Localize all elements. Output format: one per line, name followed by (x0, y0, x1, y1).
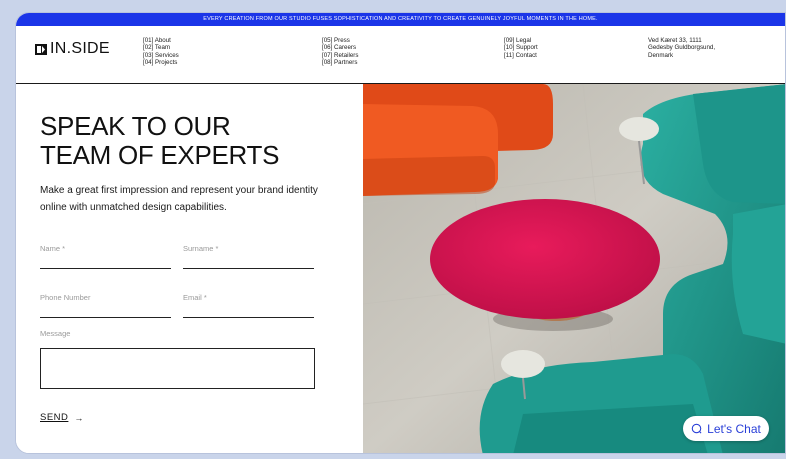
address-line-3: Denmark (648, 51, 674, 59)
send-label: SEND (40, 412, 69, 423)
nav-link-contact[interactable]: [11] Contact (504, 52, 538, 59)
contact-panel: SPEAK TO OUR TEAM OF EXPERTS Make a grea… (16, 84, 363, 453)
announcement-banner: EVERY CREATION FROM OUR STUDIO FUSES SOP… (16, 13, 785, 26)
lead-text: Make a great first impression and repres… (40, 185, 318, 213)
name-label: Name * (40, 244, 66, 253)
nav-link-support[interactable]: [10] Support (504, 44, 538, 51)
address-line-2: Gedesby Guldborgsund, (648, 44, 716, 52)
brand-name: IN.SIDE (50, 40, 110, 57)
page-frame: EVERY CREATION FROM OUR STUDIO FUSES SOP… (15, 12, 786, 454)
nav-link-services[interactable]: [03] Services (143, 52, 179, 59)
nav-column-3: [09] Legal [10] Support [11] Contact (504, 37, 538, 59)
surname-label: Surname * (183, 244, 219, 253)
surname-field[interactable]: Surname * (183, 244, 314, 269)
email-input[interactable] (183, 306, 314, 315)
title-line-2: TEAM OF EXPERTS (40, 140, 280, 170)
chat-bubble-icon (691, 423, 702, 434)
name-input[interactable] (40, 257, 171, 266)
brand-logo[interactable]: IN.SIDE (35, 40, 110, 58)
nav-link-team[interactable]: [02] Team (143, 44, 179, 51)
page-title: SPEAK TO OUR TEAM OF EXPERTS (40, 112, 340, 170)
chat-label: Let's Chat (707, 421, 761, 436)
chat-button[interactable]: Let's Chat (683, 416, 769, 441)
nav-column-1: [01] About [02] Team [03] Services [04] … (143, 37, 179, 66)
name-field[interactable]: Name * (40, 244, 171, 269)
email-label: Email * (183, 293, 207, 302)
logo-mark-icon (35, 43, 47, 55)
address-line-1: Ved Kæret 33, 1111 (648, 37, 702, 44)
email-field[interactable]: Email * (183, 293, 314, 318)
top-navigation: IN.SIDE [01] About [02] Team [03] Servic… (16, 26, 785, 84)
arrow-right-icon: → (74, 412, 84, 423)
title-line-1: SPEAK TO OUR (40, 111, 231, 141)
message-label: Message (40, 329, 71, 338)
send-button[interactable]: SEND → (40, 412, 83, 423)
surname-input[interactable] (183, 257, 314, 266)
studio-address: Ved Kæret 33, 1111 Gedesby Guldborgsund,… (648, 37, 715, 59)
nav-link-retailers[interactable]: [07] Retailers (322, 52, 358, 59)
phone-input[interactable] (40, 306, 171, 315)
lounge-photo (363, 84, 785, 453)
nav-link-projects[interactable]: [04] Projects (143, 59, 179, 66)
phone-label: Phone Number (40, 293, 91, 302)
nav-link-press[interactable]: [05] Press (322, 37, 358, 44)
lounge-illustration (363, 84, 785, 453)
message-textarea[interactable] (40, 348, 315, 389)
nav-link-about[interactable]: [01] About (143, 37, 179, 44)
phone-field[interactable]: Phone Number (40, 293, 171, 318)
nav-link-legal[interactable]: [09] Legal (504, 37, 538, 44)
nav-link-careers[interactable]: [06] Careers (322, 44, 358, 51)
nav-column-2: [05] Press [06] Careers [07] Retailers [… (322, 37, 358, 66)
nav-link-partners[interactable]: [08] Partners (322, 59, 358, 66)
